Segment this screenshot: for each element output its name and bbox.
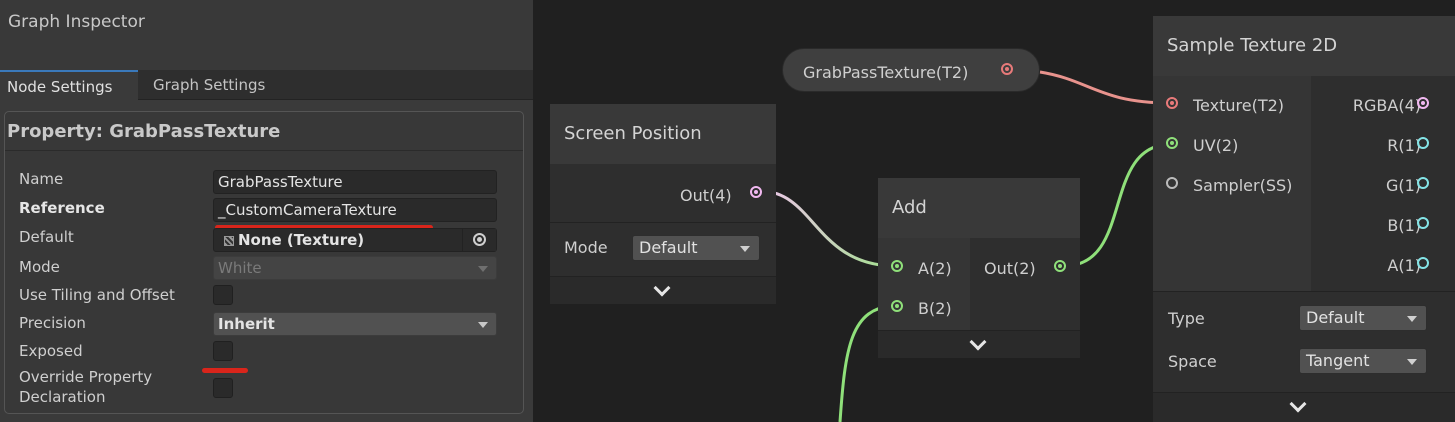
space-label: Space xyxy=(1168,352,1217,371)
chevron-down-icon xyxy=(1407,316,1417,322)
g-output-port[interactable] xyxy=(1417,177,1429,189)
chevron-down-icon xyxy=(969,333,987,351)
rgba-output-port[interactable] xyxy=(1417,97,1429,109)
screen-position-out-label: Out(4) xyxy=(680,186,732,205)
space-dropdown[interactable]: Tangent xyxy=(1299,348,1427,374)
r-output-label: R(1) xyxy=(1387,136,1421,155)
screen-position-title: Screen Position xyxy=(550,104,776,164)
rgba-output-label: RGBA(4) xyxy=(1352,96,1421,115)
sampler-input-port[interactable] xyxy=(1166,177,1178,189)
type-label: Type xyxy=(1168,309,1205,328)
vector4-output-port[interactable] xyxy=(750,186,762,198)
collapse-toggle[interactable] xyxy=(550,276,776,304)
b-output-port[interactable] xyxy=(1417,217,1429,229)
g-output-label: G(1) xyxy=(1385,176,1421,195)
screen-position-node[interactable]: Screen Position Out(4) Mode Default xyxy=(550,104,776,304)
space-value: Tangent xyxy=(1306,351,1370,370)
chevron-down-icon xyxy=(740,246,750,252)
add-output-label: Out(2) xyxy=(984,259,1036,278)
texture-input-label: Texture(T2) xyxy=(1193,96,1285,115)
property-node-label: GrabPassTexture(T2) xyxy=(803,63,969,82)
vector2-output-port[interactable] xyxy=(1054,260,1066,272)
a-output-port[interactable] xyxy=(1417,257,1429,269)
r-output-port[interactable] xyxy=(1417,137,1429,149)
type-dropdown[interactable]: Default xyxy=(1299,305,1427,331)
collapse-toggle[interactable] xyxy=(1153,392,1455,422)
add-node-title: Add xyxy=(878,178,1080,238)
sampler-input-label: Sampler(SS) xyxy=(1193,176,1293,195)
edge-screenpos-to-add-a[interactable] xyxy=(759,189,897,268)
vector2-input-port-a[interactable] xyxy=(891,260,903,272)
screen-position-mode-dropdown[interactable]: Default xyxy=(632,235,760,261)
add-input-b-label: B(2) xyxy=(918,299,952,318)
chevron-down-icon xyxy=(1407,359,1417,365)
texture-input-port[interactable] xyxy=(1166,97,1178,109)
add-input-a-label: A(2) xyxy=(918,259,952,278)
vector2-input-port-b[interactable] xyxy=(891,300,903,312)
uv-input-label: UV(2) xyxy=(1193,136,1239,155)
sample-texture-title: Sample Texture 2D xyxy=(1153,16,1455,76)
edge-texture[interactable] xyxy=(1039,70,1171,105)
a-output-label: A(1) xyxy=(1387,256,1421,275)
mode-label: Mode xyxy=(564,238,608,257)
chevron-down-icon xyxy=(653,279,671,297)
type-value: Default xyxy=(1306,308,1365,327)
add-node[interactable]: Add A(2) B(2) Out(2) xyxy=(878,178,1080,358)
b-output-label: B(1) xyxy=(1387,216,1421,235)
collapse-toggle[interactable] xyxy=(878,330,1080,358)
grabpass-property-node[interactable]: GrabPassTexture(T2) xyxy=(782,48,1040,92)
chevron-down-icon xyxy=(1289,395,1307,413)
screen-position-mode-value: Default xyxy=(639,238,698,257)
sample-texture-2d-node[interactable]: Sample Texture 2D Texture(T2) UV(2) Samp… xyxy=(1153,16,1455,422)
uv-input-port[interactable] xyxy=(1166,137,1178,149)
texture-output-port[interactable] xyxy=(1001,63,1013,75)
